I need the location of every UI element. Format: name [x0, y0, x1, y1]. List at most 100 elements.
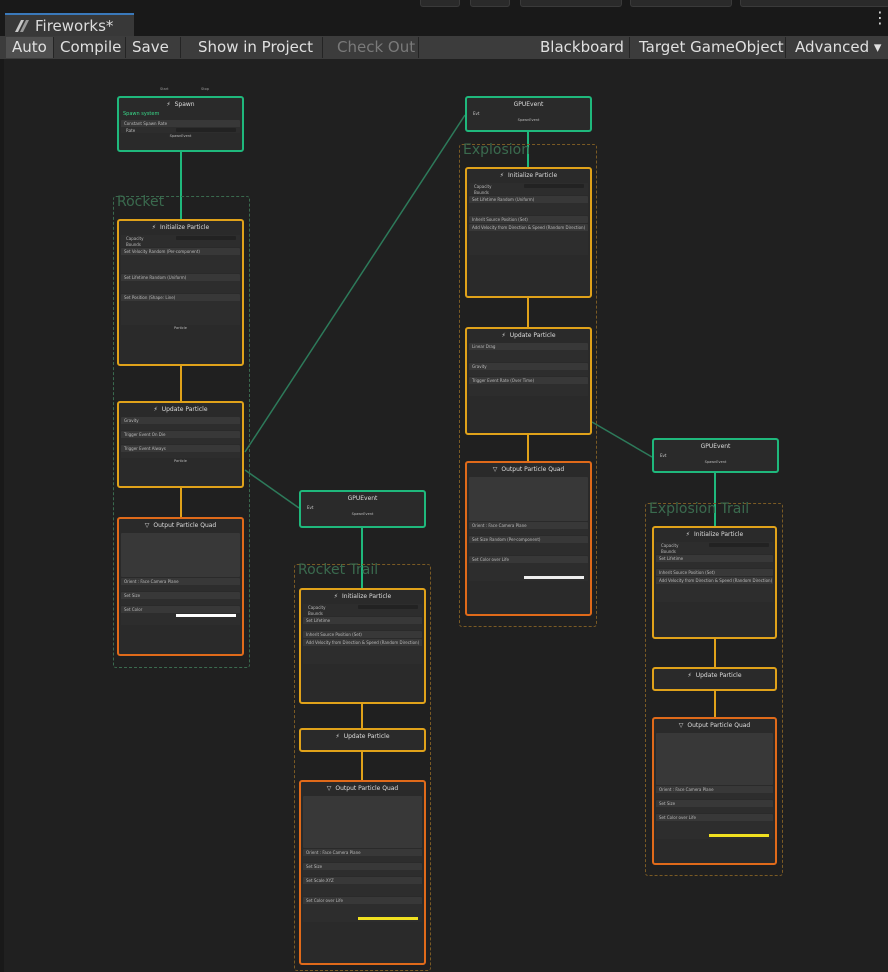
block-title: Set Lifetime [306, 618, 331, 623]
block-row [469, 575, 588, 581]
explosion-trail-update-context[interactable]: ⚡ Update Particle [652, 667, 777, 691]
block[interactable]: Set Size [303, 863, 422, 876]
group-title[interactable]: Explosion Trail [649, 501, 749, 517]
edge-explosion-to-trail-gpuevent [591, 421, 653, 458]
field-input[interactable] [176, 128, 236, 132]
block[interactable]: Capacity Bounds [121, 235, 240, 247]
block[interactable]: Capacity Bounds [656, 542, 773, 554]
group-title[interactable]: Explosion [463, 142, 530, 158]
flow-out[interactable]: SpawnEvent [119, 134, 242, 140]
block[interactable]: Orient : Face Camera Plane [469, 522, 588, 535]
gpuevent-rocket-trail[interactable]: GPUEvent Evt SpawnEvent [299, 490, 426, 528]
output-settings[interactable] [121, 533, 240, 577]
block[interactable]: Add Velocity from Direction & Speed (Ran… [656, 577, 773, 602]
field-input[interactable] [709, 543, 769, 547]
flow-out[interactable]: SpawnEvent [301, 512, 424, 518]
gradient-swatch[interactable] [524, 576, 584, 579]
bolt-icon: ⚡ [685, 531, 691, 538]
port-evt[interactable]: Evt [654, 453, 777, 460]
block-title: Orient : Face Camera Plane [659, 787, 714, 792]
edge-rocket-to-explosion-gpuevent [244, 114, 466, 453]
block[interactable]: Set Size [656, 800, 773, 813]
block[interactable]: Orient : Face Camera Plane [656, 786, 773, 799]
block[interactable]: Set Lifetime [656, 555, 773, 568]
rocket-update-context[interactable]: ⚡ Update Particle Gravity Trigger Event O… [117, 401, 244, 488]
block[interactable]: Gravity [121, 417, 240, 430]
output-settings[interactable] [469, 477, 588, 521]
explosion-initialize-context[interactable]: ⚡ Initialize Particle Capacity Bounds Set … [465, 167, 592, 298]
gradient-swatch[interactable] [176, 614, 236, 617]
block-row [469, 529, 588, 535]
output-settings[interactable] [656, 733, 773, 785]
block[interactable]: Linear Drag [469, 343, 588, 362]
output-settings[interactable] [303, 796, 422, 848]
block-title: Set Color over Life [659, 815, 696, 820]
context-header: ⚡ Initialize Particle [467, 169, 590, 182]
field-input[interactable] [358, 605, 418, 609]
port-stop[interactable]: Stop [201, 87, 209, 91]
block-title: Set Color [124, 607, 143, 612]
flow-out[interactable]: SpawnEvent [467, 118, 590, 124]
block[interactable]: Trigger Event Rate (Over Time) [469, 377, 588, 396]
explosion-output-context[interactable]: ▽ Output Particle Quad Orient : Face Came… [465, 461, 592, 616]
block[interactable]: Inherit Source Position (Set) [656, 569, 773, 576]
block[interactable]: Trigger Event Always [121, 445, 240, 458]
rocket-trail-output-context[interactable]: ▽ Output Particle Quad Orient : Face Came… [299, 780, 426, 965]
field-input[interactable] [524, 184, 584, 188]
block[interactable]: Set Scale.XYZ [303, 877, 422, 896]
block-row [303, 916, 422, 922]
gradient-swatch[interactable] [709, 834, 769, 837]
context-title: Spawn [174, 101, 195, 108]
rocket-initialize-context[interactable]: ⚡ Initialize Particle Capacity Bounds Set … [117, 219, 244, 366]
block[interactable]: Orient : Face Camera Plane [303, 849, 422, 862]
spawn-context[interactable]: ⚡ Spawn Spawn system Constant Spawn Rate … [117, 96, 244, 152]
spawn-subtitle: Spawn system [123, 111, 160, 117]
port-evt[interactable]: Evt [467, 111, 590, 118]
block[interactable]: Set Color over Life [303, 897, 422, 922]
context-title: GPUEvent [347, 495, 378, 502]
explosion-trail-output-context[interactable]: ▽ Output Particle Quad Orient : Face Came… [652, 717, 777, 865]
group-title[interactable]: Rocket [117, 194, 164, 210]
block-title: Trigger Event Always [124, 446, 166, 451]
rocket-trail-update-context[interactable]: ⚡ Update Particle [299, 728, 426, 752]
explosion-update-context[interactable]: ⚡ Update Particle Linear Drag Gravity Tri… [465, 327, 592, 435]
block[interactable]: Inherit Source Position (Set) [303, 631, 422, 638]
block-row [121, 619, 240, 625]
block[interactable]: Capacity Bounds [469, 183, 588, 195]
explosion-trail-initialize-context[interactable]: ⚡ Initialize Particle Capacity Bounds Set … [652, 526, 777, 639]
block[interactable]: Orient : Face Camera Plane [121, 578, 240, 591]
block[interactable]: Add Velocity from Direction & Speed (Ran… [469, 224, 588, 255]
block-row [121, 319, 240, 325]
context-title: Initialize Particle [342, 593, 392, 600]
block[interactable]: Set Lifetime Random (Uniform) [469, 196, 588, 215]
block[interactable]: Set Lifetime Random (Uniform) [121, 274, 240, 293]
block[interactable]: Capacity Bounds [303, 604, 422, 616]
block[interactable]: Set Size Random (Per-component) [469, 536, 588, 555]
field-input[interactable] [176, 236, 236, 240]
block[interactable]: Set Size [121, 592, 240, 605]
gpuevent-explosion[interactable]: GPUEvent Evt SpawnEvent [465, 96, 592, 132]
flow-out[interactable]: Particle [119, 459, 242, 465]
block[interactable]: Trigger Event On Die [121, 431, 240, 444]
block[interactable]: Set Velocity Random (Per-component) [121, 248, 240, 273]
flow-out[interactable]: SpawnEvent [654, 460, 777, 466]
block[interactable]: Gravity [469, 363, 588, 376]
rocket-trail-initialize-context[interactable]: ⚡ Initialize Particle Capacity Bounds Set … [299, 588, 426, 704]
block[interactable]: Set Color [121, 606, 240, 625]
port-evt[interactable]: Evt [301, 505, 424, 512]
block[interactable]: Set Lifetime [303, 617, 422, 630]
port-start[interactable]: Start [160, 87, 169, 91]
block[interactable]: Set Position (Shape: Line) [121, 294, 240, 325]
block[interactable]: Inherit Source Position (Set) [469, 216, 588, 223]
block[interactable]: Set Color over Life [469, 556, 588, 581]
block-row [656, 807, 773, 813]
block[interactable]: Set Color over Life [656, 814, 773, 839]
block-row [656, 793, 773, 799]
block[interactable]: Add Velocity from Direction & Speed (Ran… [303, 639, 422, 664]
block[interactable]: Constant Spawn Rate Rate [121, 120, 240, 133]
gradient-swatch[interactable] [358, 917, 418, 920]
rocket-output-context[interactable]: ▽ Output Particle Quad Orient : Face Came… [117, 517, 244, 656]
group-title[interactable]: Rocket Trail [298, 562, 378, 578]
flow-out[interactable]: Particle [119, 326, 242, 332]
gpuevent-explosion-trail[interactable]: GPUEvent Evt SpawnEvent [652, 438, 779, 473]
